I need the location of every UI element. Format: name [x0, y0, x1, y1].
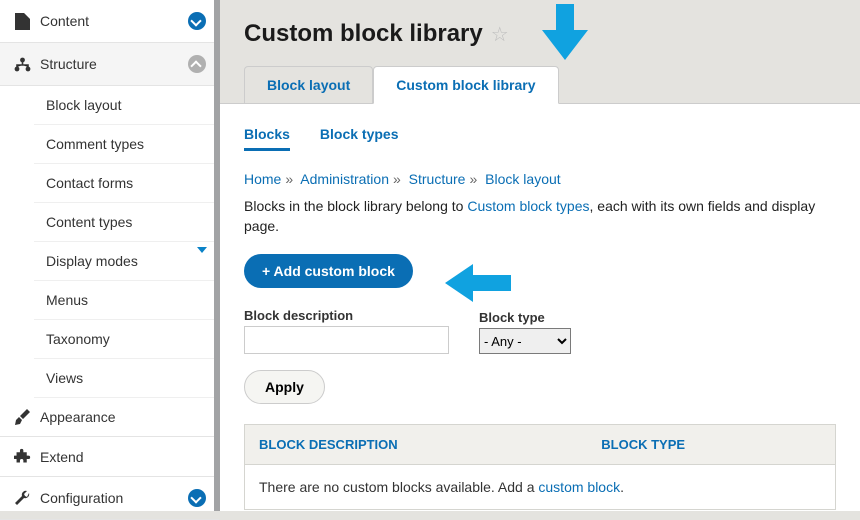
- filter-row: Block description Block type - Any -: [244, 308, 836, 354]
- col-block-description[interactable]: Block description: [245, 425, 588, 465]
- admin-sidebar: Content Structure Block layout Comment t…: [0, 0, 220, 511]
- sidebar-subitem-block-layout[interactable]: Block layout: [34, 86, 219, 125]
- hierarchy-icon: [12, 57, 32, 72]
- sidebar-item-label: Configuration: [40, 490, 187, 506]
- filter-desc-input[interactable]: [244, 326, 449, 354]
- secondary-tabs: Blocks Block types: [244, 122, 836, 151]
- puzzle-icon: [12, 448, 32, 465]
- main-content: Custom block library ☆ Block layout Cust…: [220, 0, 860, 511]
- col-block-type[interactable]: Block type: [587, 425, 835, 465]
- breadcrumb-link[interactable]: Block layout: [485, 171, 560, 187]
- blocks-table: Block description Block type There are n…: [244, 424, 836, 510]
- tab-blocks[interactable]: Blocks: [244, 122, 290, 151]
- paintbrush-icon: [12, 409, 32, 425]
- breadcrumb-link[interactable]: Home: [244, 171, 281, 187]
- breadcrumb-link[interactable]: Administration: [300, 171, 389, 187]
- sidebar-subitem-menus[interactable]: Menus: [34, 281, 219, 320]
- sidebar-subitem-taxonomy[interactable]: Taxonomy: [34, 320, 219, 359]
- filter-desc-label: Block description: [244, 308, 449, 323]
- breadcrumb-link[interactable]: Structure: [409, 171, 466, 187]
- filter-type-select[interactable]: - Any -: [479, 328, 571, 354]
- sidebar-item-configuration[interactable]: Configuration: [0, 477, 219, 520]
- apply-button[interactable]: Apply: [244, 370, 325, 404]
- intro-text: Blocks in the block library belong to Cu…: [244, 197, 836, 236]
- sidebar-subitem-views[interactable]: Views: [34, 359, 219, 398]
- intro-link[interactable]: Custom block types: [467, 198, 589, 214]
- sidebar-subitem-display-modes[interactable]: Display modes: [34, 242, 219, 281]
- sidebar-subitem-contact-forms[interactable]: Contact forms: [34, 164, 219, 203]
- sidebar-item-label: Appearance: [40, 409, 207, 425]
- table-empty-row: There are no custom blocks available. Ad…: [245, 465, 836, 510]
- add-custom-block-button[interactable]: + Add custom block: [244, 254, 413, 288]
- chevron-down-icon: [187, 11, 207, 31]
- empty-add-link[interactable]: custom block: [538, 479, 620, 495]
- sidebar-item-label: Structure: [40, 56, 187, 72]
- sidebar-item-appearance[interactable]: Appearance: [0, 398, 219, 437]
- sidebar-item-label: Extend: [40, 449, 207, 465]
- sidebar-subitem-content-types[interactable]: Content types: [34, 203, 219, 242]
- tab-custom-block-library[interactable]: Custom block library: [373, 66, 558, 104]
- primary-tabs: Block layout Custom block library: [244, 66, 836, 103]
- favorite-star-icon[interactable]: ☆: [491, 22, 509, 47]
- caret-down-icon: [197, 253, 207, 269]
- chevron-up-icon: [187, 54, 207, 74]
- tab-block-types[interactable]: Block types: [320, 122, 399, 151]
- filter-type-label: Block type: [479, 310, 571, 325]
- page-title: Custom block library: [244, 20, 483, 48]
- chevron-down-icon: [187, 488, 207, 508]
- sidebar-item-label: Content: [40, 13, 187, 29]
- sidebar-item-content[interactable]: Content: [0, 0, 219, 43]
- tab-block-layout[interactable]: Block layout: [244, 66, 373, 103]
- file-icon: [12, 13, 32, 30]
- breadcrumb: Home» Administration» Structure» Block l…: [244, 171, 836, 187]
- sidebar-subitem-comment-types[interactable]: Comment types: [34, 125, 219, 164]
- sidebar-submenu-structure: Block layout Comment types Contact forms…: [0, 86, 219, 398]
- sidebar-item-extend[interactable]: Extend: [0, 437, 219, 477]
- sidebar-item-structure[interactable]: Structure: [0, 43, 219, 86]
- wrench-icon: [12, 490, 32, 506]
